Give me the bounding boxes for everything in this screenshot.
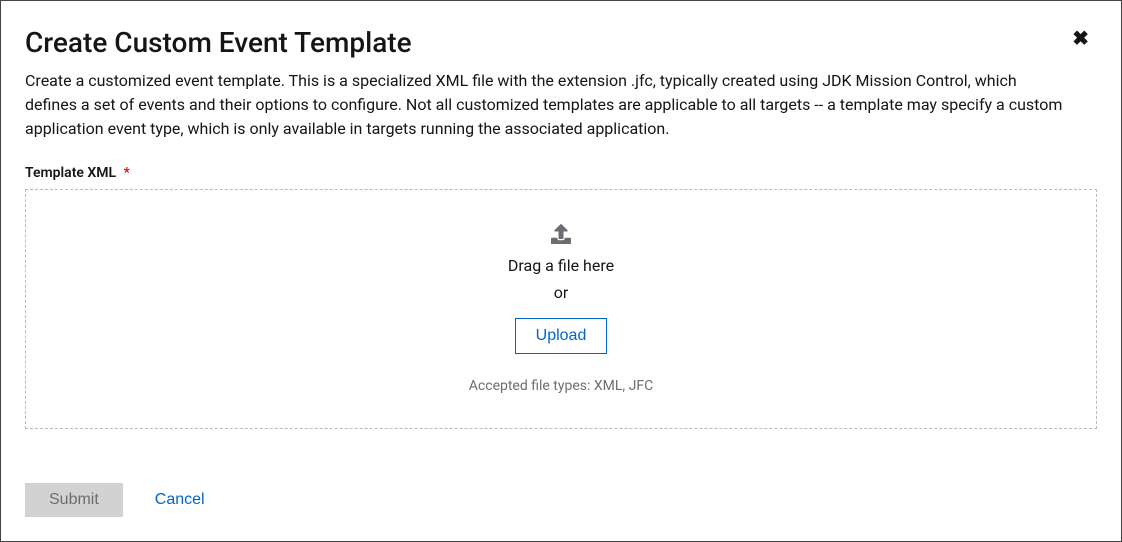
file-dropzone[interactable]: Drag a file here or Upload Accepted file… bbox=[25, 189, 1097, 429]
create-template-modal: Create Custom Event Template ✖ Create a … bbox=[0, 0, 1122, 542]
drag-file-text: Drag a file here bbox=[508, 256, 614, 275]
upload-icon bbox=[551, 224, 571, 244]
template-xml-label: Template XML * bbox=[25, 165, 1097, 181]
field-label-text: Template XML bbox=[25, 165, 116, 181]
modal-description: Create a customized event template. This… bbox=[25, 69, 1065, 141]
modal-footer: Submit Cancel bbox=[25, 483, 221, 517]
modal-header: Create Custom Event Template ✖ bbox=[25, 25, 1097, 61]
close-icon: ✖ bbox=[1072, 28, 1089, 50]
required-asterisk: * bbox=[124, 165, 130, 181]
upload-button[interactable]: Upload bbox=[515, 318, 608, 354]
submit-button[interactable]: Submit bbox=[25, 483, 123, 517]
modal-title: Create Custom Event Template bbox=[25, 25, 412, 61]
or-text: or bbox=[554, 283, 569, 302]
cancel-button[interactable]: Cancel bbox=[139, 483, 221, 517]
close-button[interactable]: ✖ bbox=[1064, 25, 1097, 53]
accepted-file-types: Accepted file types: XML, JFC bbox=[469, 378, 653, 394]
